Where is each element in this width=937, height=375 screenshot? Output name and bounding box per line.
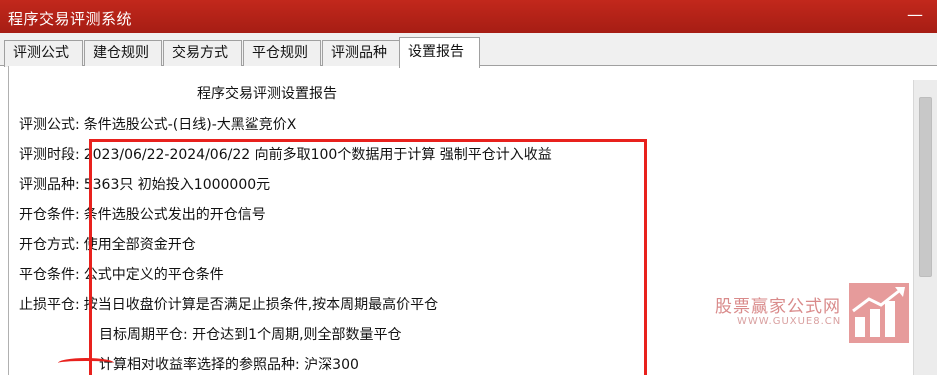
row-label: 评测公式: [19,117,80,133]
window-title: 程序交易评测系统 [8,10,133,28]
row-stop-loss: 止损平仓: 按当日收盘价计算是否满足止损条件,按本周期最高价平仓 [19,294,438,314]
row-label: 开仓方式: [19,237,80,253]
tab-open-rules[interactable]: 建仓规则 [84,40,162,67]
minimize-button[interactable]: — [907,5,923,24]
row-formula: 评测公式: 条件选股公式-(日线)-大黑鲨竞价X [19,114,296,134]
tab-instruments[interactable]: 评测品种 [322,40,400,67]
row-open-mode: 开仓方式: 使用全部资金开仓 [19,234,196,254]
row-instruments: 评测品种: 5363只 初始投入1000000元 [19,174,270,194]
row-target-period: 目标周期平仓: 开仓达到1个周期,则全部数量平仓 [99,327,402,343]
report-title: 程序交易评测设置报告 [197,86,337,102]
row-open-condition: 开仓条件: 条件选股公式发出的开仓信号 [19,204,266,224]
row-value: 条件选股公式-(日线)-大黑鲨竞价X [83,117,297,133]
row-period: 评测时段: 2023/06/22-2024/06/22 向前多取100个数据用于计… [19,144,552,164]
tab-settings-report[interactable]: 设置报告 [399,37,480,68]
row-value: 按当日收盘价计算是否满足止损条件,按本周期最高价平仓 [83,297,439,313]
row-label: 评测时段: [19,147,80,163]
row-label: 评测品种: [19,177,80,193]
row-label: 开仓条件: [19,207,80,223]
row-value: 2023/06/22-2024/06/22 向前多取100个数据用于计算 强制平… [83,147,552,163]
row-label: 止损平仓: [19,297,80,313]
title-bar: 程序交易评测系统 — [0,0,937,33]
vertical-scrollbar[interactable] [913,80,937,375]
report-panel: 程序交易评测设置报告 评测公式: 条件选股公式-(日线)-大黑鲨竞价X 评测时段:… [8,66,937,375]
tab-trade-mode[interactable]: 交易方式 [163,40,242,67]
scrollbar-thumb[interactable] [919,97,932,277]
row-value: 公式中定义的平仓条件 [83,267,224,283]
row-value: 条件选股公式发出的开仓信号 [83,207,266,223]
row-value: 使用全部资金开仓 [83,237,196,253]
row-reference-instrument: 计算相对收益率选择的参照品种: 沪深300 [99,357,359,373]
tab-formula[interactable]: 评测公式 [4,40,83,67]
row-value: 5363只 初始投入1000000元 [83,177,271,193]
tab-bar: 评测公式 建仓规则 交易方式 平仓规则 评测品种 设置报告 [0,33,937,68]
row-label: 平仓条件: [19,267,80,283]
tab-close-rules[interactable]: 平仓规则 [243,40,321,67]
row-close-condition: 平仓条件: 公式中定义的平仓条件 [19,264,224,284]
